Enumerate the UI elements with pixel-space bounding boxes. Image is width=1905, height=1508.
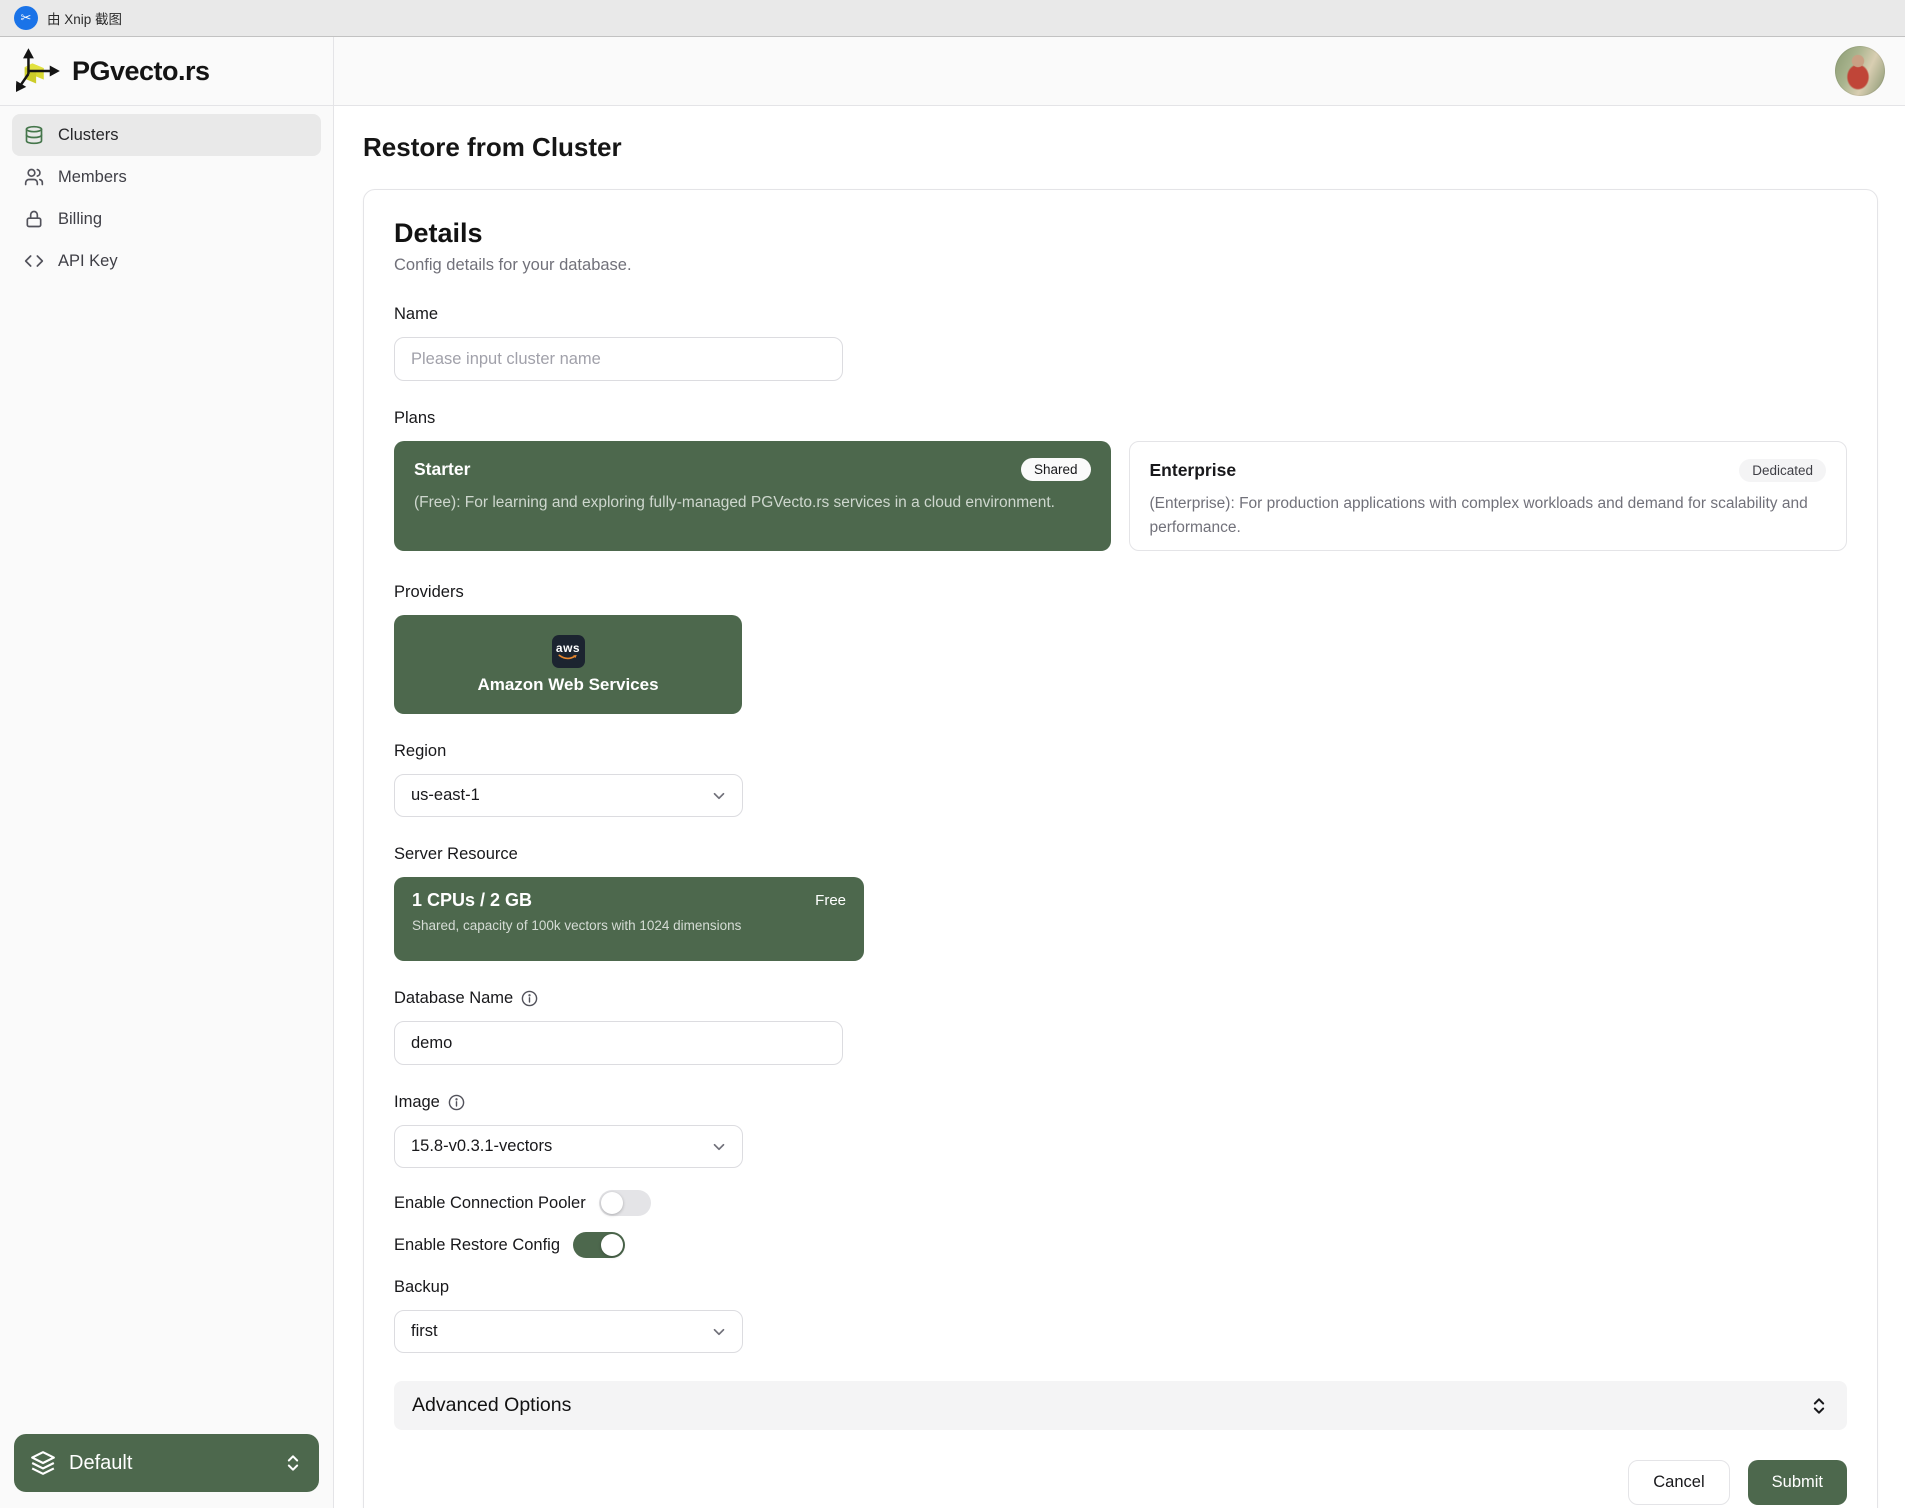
resource-title: 1 CPUs / 2 GB (412, 890, 532, 911)
resource-price-badge: Free (815, 892, 846, 909)
user-avatar[interactable] (1835, 46, 1885, 96)
sidebar-item-clusters[interactable]: Clusters (12, 114, 321, 156)
sidebar-item-label: Billing (58, 210, 102, 229)
chevron-down-icon (710, 1323, 728, 1341)
sidebar-nav: Clusters Members Billing (0, 106, 333, 290)
sidebar-item-label: Clusters (58, 126, 119, 145)
aws-smile-icon (557, 654, 579, 661)
details-card: Details Config details for your database… (363, 189, 1878, 1508)
info-icon[interactable] (448, 1094, 465, 1111)
content-header (334, 37, 1905, 106)
plan-title: Starter (414, 459, 470, 480)
chevron-down-icon (710, 787, 728, 805)
sidebar-item-api-key[interactable]: API Key (12, 240, 321, 282)
sidebar: PGvecto.rs Clusters Members (0, 37, 334, 1508)
form-actions: Cancel Submit (394, 1460, 1847, 1505)
info-icon[interactable] (521, 990, 538, 1007)
users-icon (24, 167, 44, 187)
name-label: Name (394, 305, 1847, 324)
workspace-switcher[interactable]: Default (14, 1434, 319, 1492)
server-resource-option[interactable]: 1 CPUs / 2 GB Free Shared, capacity of 1… (394, 877, 864, 961)
connection-pooler-toggle[interactable] (599, 1190, 651, 1216)
lock-icon (24, 209, 44, 229)
workspace-name: Default (69, 1452, 270, 1475)
layers-icon (30, 1450, 56, 1476)
backup-select[interactable]: first (394, 1310, 743, 1353)
pgvector-cube-icon (16, 48, 62, 94)
image-select[interactable]: 15.8-v0.3.1-vectors (394, 1125, 743, 1168)
code-icon (24, 251, 44, 271)
plan-option-enterprise[interactable]: Enterprise Dedicated (Enterprise): For p… (1129, 441, 1848, 551)
aws-icon: aws (552, 635, 585, 668)
advanced-options-toggle[interactable]: Advanced Options (394, 1381, 1847, 1430)
chevrons-up-down-icon (283, 1453, 303, 1473)
provider-name: Amazon Web Services (477, 675, 658, 695)
advanced-options-label: Advanced Options (412, 1394, 571, 1417)
submit-button[interactable]: Submit (1748, 1460, 1847, 1505)
resource-description: Shared, capacity of 100k vectors with 10… (412, 918, 846, 933)
plans-row: Starter Shared (Free): For learning and … (394, 441, 1847, 551)
connection-pooler-row: Enable Connection Pooler (394, 1190, 1847, 1216)
provider-option-aws[interactable]: aws Amazon Web Services (394, 615, 742, 714)
database-name-input[interactable] (394, 1021, 843, 1065)
region-value: us-east-1 (411, 786, 480, 805)
cluster-name-input[interactable] (394, 337, 843, 381)
backup-value: first (411, 1322, 438, 1341)
server-resource-label: Server Resource (394, 845, 1847, 864)
region-select[interactable]: us-east-1 (394, 774, 743, 817)
brand-logo[interactable]: PGvecto.rs (0, 37, 333, 106)
sidebar-item-label: Members (58, 168, 127, 187)
plan-badge: Shared (1021, 458, 1091, 481)
database-name-label: Database Name (394, 989, 1847, 1008)
backup-label: Backup (394, 1278, 1847, 1297)
plan-title: Enterprise (1150, 460, 1237, 481)
plan-badge: Dedicated (1739, 459, 1826, 482)
database-icon (24, 125, 44, 145)
sidebar-item-billing[interactable]: Billing (12, 198, 321, 240)
brand-name: PGvecto.rs (72, 56, 210, 87)
card-subtitle: Config details for your database. (394, 256, 1847, 275)
sidebar-item-label: API Key (58, 252, 118, 271)
connection-pooler-label: Enable Connection Pooler (394, 1194, 586, 1213)
image-label: Image (394, 1093, 1847, 1112)
restore-config-label: Enable Restore Config (394, 1236, 560, 1255)
plan-description: (Enterprise): For production application… (1150, 492, 1827, 540)
plan-description: (Free): For learning and exploring fully… (414, 491, 1091, 515)
cancel-button[interactable]: Cancel (1628, 1460, 1729, 1505)
chevron-down-icon (710, 1138, 728, 1156)
xnip-scissors-icon: ✂ (14, 6, 38, 30)
main-area: Restore from Cluster Details Config deta… (334, 106, 1905, 1508)
xnip-label: 由 Xnip 截图 (47, 8, 122, 28)
restore-config-row: Enable Restore Config (394, 1232, 1847, 1258)
region-label: Region (394, 742, 1847, 761)
image-value: 15.8-v0.3.1-vectors (411, 1137, 552, 1156)
page-title: Restore from Cluster (363, 132, 1878, 163)
chevrons-up-down-icon (1809, 1396, 1829, 1416)
screenshot-app-bar: ✂ 由 Xnip 截图 (0, 0, 1905, 37)
plan-option-starter[interactable]: Starter Shared (Free): For learning and … (394, 441, 1111, 551)
providers-label: Providers (394, 583, 1847, 602)
restore-config-toggle[interactable] (573, 1232, 625, 1258)
plans-label: Plans (394, 409, 1847, 428)
card-title: Details (394, 218, 1847, 249)
sidebar-item-members[interactable]: Members (12, 156, 321, 198)
